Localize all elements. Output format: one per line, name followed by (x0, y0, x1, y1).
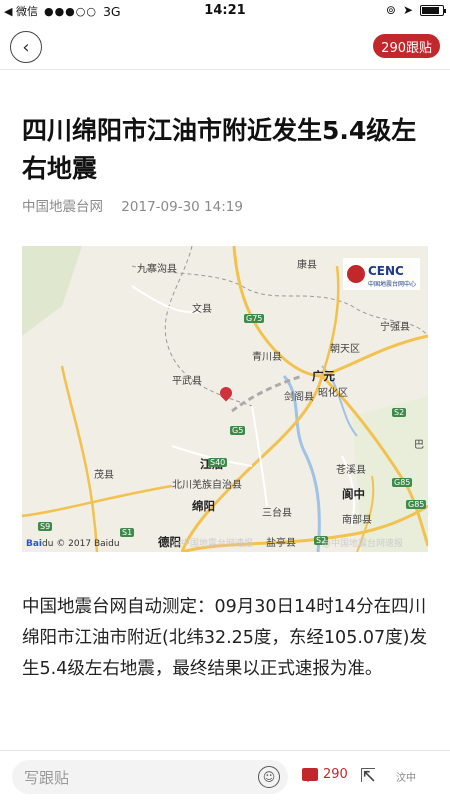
earthquake-map[interactable]: 九寨沟县文县康县宁强县朝天区青川县广元平武县昭化区剑阁县江油北川羌族自治县茂县苍… (22, 246, 428, 552)
map-label-1: 文县 (192, 304, 212, 315)
bottom-bar: 写跟贴 ☺ 290 ⇱ 汶中 (0, 750, 450, 800)
map-label-16: 三台县 (262, 508, 292, 519)
map-label-2: 康县 (297, 260, 317, 271)
share-icon[interactable]: ⇱ (360, 765, 376, 787)
map-label-6: 广元 (312, 369, 335, 383)
road-label-1: G5 (230, 426, 246, 435)
cenc-logo: CENC 中国地震台网中心 (342, 258, 420, 290)
map-label-4: 朝天区 (330, 344, 360, 355)
map-label-14: 阆中 (342, 487, 365, 501)
rotation-lock-icon: ⊚ (385, 3, 396, 17)
article-body: 中国地震台网自动测定：09月30日14时14分在四川绵阳市江油市附近(北纬32.… (22, 597, 427, 679)
map-label-13: 苍溪县 (336, 465, 366, 476)
status-bar: ◀ 微信 ●●●○○ 3G 14:21 ⊚ ➤ (0, 0, 450, 22)
map-label-8: 昭化区 (318, 388, 348, 399)
road-label-3: S40 (208, 458, 228, 467)
road-label-5: G85 (392, 478, 413, 487)
baidu-attribution: Baidu © 2017 Baidu (26, 539, 120, 549)
map-label-17: 南部县 (342, 515, 372, 526)
road-label-0: G75 (244, 314, 265, 323)
road-label-2: S2 (392, 408, 407, 417)
map-label-19: 盐亭县 (266, 538, 296, 549)
emoji-icon[interactable]: ☺ (258, 766, 280, 788)
map-label-15: 绵阳 (192, 499, 215, 513)
road-label-4: S9 (38, 522, 53, 531)
location-icon: ➤ (402, 3, 413, 17)
wechat-watermark: 汶中 (396, 773, 416, 784)
baidu-copyright: © 2017 Baidu (56, 539, 120, 549)
map-watermark-2: @中国地震台网速报 (322, 539, 404, 549)
map-watermark-1: @中国地震台网速报 (172, 539, 254, 549)
chevron-left-icon: ‹ (22, 36, 30, 58)
map-label-12: 茂县 (94, 470, 114, 481)
map-label-7: 平武县 (172, 376, 202, 387)
map-label-11: 北川羌族自治县 (172, 480, 242, 491)
reply-input[interactable]: 写跟贴 ☺ (12, 760, 288, 794)
map-label-0: 九寨沟县 (137, 264, 177, 275)
replies-button[interactable]: 290跟贴 (373, 34, 440, 58)
comment-bubble-icon (302, 768, 318, 782)
reply-placeholder: 写跟贴 (24, 768, 70, 787)
map-label-5: 青川县 (252, 352, 282, 363)
article-source[interactable]: 中国地震台网 (22, 199, 103, 215)
clock: 14:21 (204, 3, 246, 18)
comment-count: 290 (323, 767, 348, 782)
map-label-3: 宁强县 (380, 322, 410, 333)
comments-button[interactable]: 290 (302, 767, 348, 782)
article-title: 四川绵阳市江油市附近发生5.4级左右地震 (22, 116, 417, 183)
road-label-6: S1 (120, 528, 135, 537)
road-label-8: G85 (406, 500, 427, 509)
nav-bar: ‹ 290跟贴 (0, 22, 450, 70)
article-datetime: 2017-09-30 14:19 (121, 199, 243, 215)
cenc-emblem-icon (346, 265, 365, 283)
map-label-9: 剑阁县 (284, 392, 314, 403)
article-meta: 中国地震台网 2017-09-30 14:19 (22, 195, 243, 215)
cenc-logo-subtext: 中国地震台网中心 (367, 281, 416, 288)
cenc-logo-text: CENC (367, 264, 404, 278)
back-button[interactable]: ‹ (10, 31, 42, 63)
battery-icon (420, 4, 446, 16)
status-right: ⊚ ➤ (385, 3, 446, 17)
map-label-20: 巴 (414, 440, 424, 451)
